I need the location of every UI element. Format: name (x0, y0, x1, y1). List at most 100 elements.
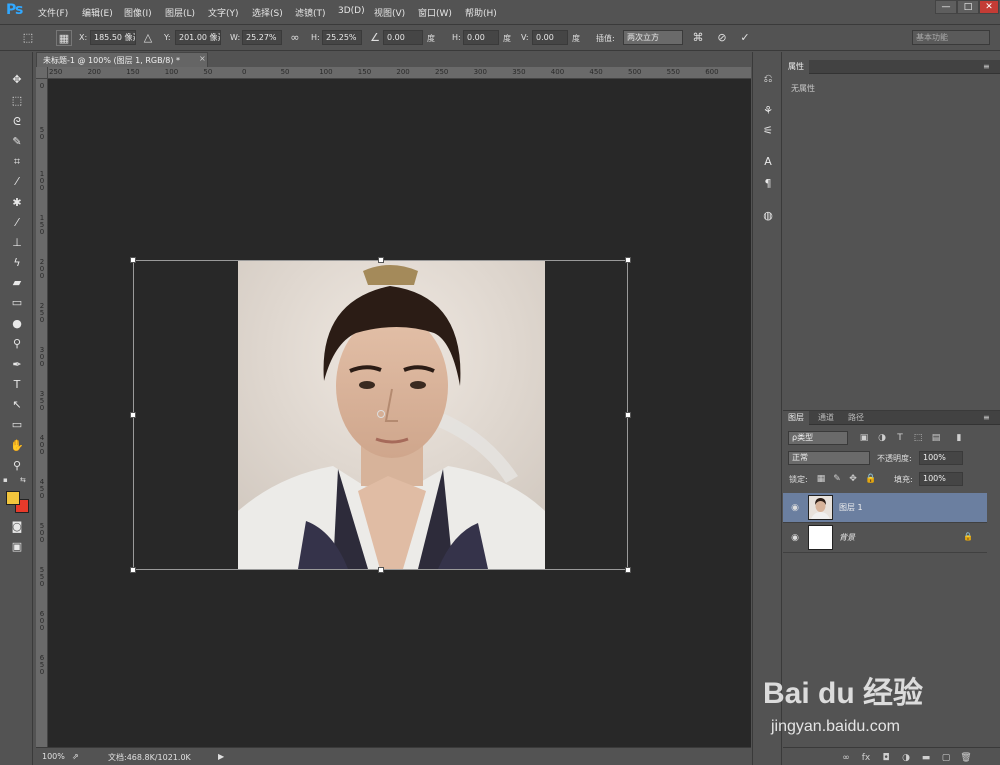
healing-brush-tool-icon[interactable]: ✱ (8, 195, 26, 211)
tab-channels[interactable]: 通道 (813, 411, 839, 425)
height-field[interactable]: 25.25% (322, 30, 362, 45)
adjustment-layer-icon[interactable]: ◑ (900, 752, 912, 764)
y-position-field[interactable]: 201.00 像素 (175, 30, 221, 45)
new-group-icon[interactable]: ▬ (920, 752, 932, 764)
opacity-field[interactable]: 100% (919, 451, 963, 465)
transform-handle-right[interactable] (625, 412, 631, 418)
move-tool-icon[interactable]: ✥ (8, 72, 26, 88)
maximize-button[interactable]: □ (957, 0, 979, 14)
zoom-tool-icon[interactable]: ⚲ (8, 458, 26, 474)
clone-stamp-tool-icon[interactable]: ⊥ (8, 235, 26, 251)
brush-presets-panel-icon[interactable]: ⚘ (759, 102, 777, 120)
interpolation-select[interactable]: 两次立方 (623, 30, 683, 45)
quick-mask-icon[interactable]: ◙ (8, 519, 26, 535)
panel-menu-icon[interactable]: ≡ (983, 62, 990, 71)
screen-mode-icon[interactable]: ▣ (8, 539, 26, 555)
transform-handle-bottom-left[interactable] (130, 567, 136, 573)
foreground-color-swatch[interactable] (6, 491, 20, 505)
menu-view[interactable]: 视图(V) (374, 6, 405, 19)
menu-image[interactable]: 图像(I) (124, 6, 152, 19)
character-panel-icon[interactable]: A (759, 153, 777, 171)
rotate-field[interactable]: 0.00 (383, 30, 423, 45)
filter-pixel-icon[interactable]: ▣ (858, 432, 870, 444)
layer-row-layer1[interactable]: ◉ 图层 1 (783, 493, 987, 523)
reference-point-icon[interactable]: ▦ (56, 30, 72, 46)
hand-tool-icon[interactable]: ✋ (8, 438, 26, 454)
menu-edit[interactable]: 编辑(E) (82, 6, 113, 19)
close-window-button[interactable]: ✕ (979, 0, 999, 14)
filter-adjustment-icon[interactable]: ◑ (876, 432, 888, 444)
relative-position-icon[interactable]: △ (140, 30, 156, 46)
x-position-field[interactable]: 185.50 像素 (90, 30, 136, 45)
blur-tool-icon[interactable]: ● (8, 316, 26, 332)
marquee-tool-icon[interactable]: ⬚ (8, 93, 26, 109)
layer-style-icon[interactable]: fx (860, 752, 872, 764)
reference-point-marker[interactable] (377, 410, 385, 418)
layer-row-background[interactable]: ◉ 背景 🔒 (783, 523, 987, 553)
pen-tool-icon[interactable]: ✒ (8, 357, 26, 373)
menu-filter[interactable]: 滤镜(T) (295, 6, 326, 19)
lock-position-icon[interactable]: ✥ (847, 473, 859, 485)
layer-filter-select[interactable]: ρ类型 (788, 431, 848, 445)
filter-shape-icon[interactable]: ⬚ (912, 432, 924, 444)
brush-tool-icon[interactable]: ⁄ (8, 215, 26, 231)
cancel-transform-icon[interactable]: ⊘ (714, 30, 730, 46)
document-tab[interactable]: 未标题-1 @ 100% (图层 1, RGB/8) * × (36, 52, 208, 67)
menu-select[interactable]: 选择(S) (252, 6, 283, 19)
link-icon[interactable]: ∞ (287, 30, 303, 46)
eraser-tool-icon[interactable]: ▰ (8, 275, 26, 291)
add-mask-icon[interactable]: ◘ (880, 752, 892, 764)
close-document-icon[interactable]: × (199, 54, 206, 63)
crop-tool-icon[interactable]: ⌗ (8, 154, 26, 170)
warp-mode-icon[interactable]: ⌘ (690, 30, 706, 46)
new-layer-icon[interactable]: ▢ (940, 752, 952, 764)
tab-layers[interactable]: 图层 (783, 411, 809, 425)
lock-image-icon[interactable]: ✎ (831, 473, 843, 485)
transform-handle-top-left[interactable] (130, 257, 136, 263)
adjustments-panel-icon[interactable]: ⚟ (759, 122, 777, 140)
transform-handle-top[interactable] (378, 257, 384, 263)
swap-colors-icon[interactable]: ⇆ (20, 476, 30, 484)
ruler-origin[interactable] (36, 67, 48, 79)
zoom-level[interactable]: 100% (42, 752, 65, 761)
menu-3d[interactable]: 3D(D) (338, 6, 365, 16)
menu-layer[interactable]: 图层(L) (165, 6, 195, 19)
history-panel-icon[interactable]: ⎌ (759, 70, 777, 88)
lock-transparent-icon[interactable]: ▦ (815, 473, 827, 485)
transform-handle-bottom-right[interactable] (625, 567, 631, 573)
export-icon[interactable]: ⇗ (72, 752, 79, 761)
visibility-eye-icon[interactable]: ◉ (789, 502, 801, 514)
fill-field[interactable]: 100% (919, 472, 963, 486)
path-selection-tool-icon[interactable]: ↖ (8, 397, 26, 413)
transform-tool-icon[interactable]: ⬚ (20, 30, 36, 46)
lasso-tool-icon[interactable]: ᘓ (8, 114, 26, 130)
transform-handle-top-right[interactable] (625, 257, 631, 263)
paragraph-panel-icon[interactable]: ¶ (759, 175, 777, 193)
filter-toggle-icon[interactable]: ▮ (953, 432, 965, 444)
rectangle-tool-icon[interactable]: ▭ (8, 417, 26, 433)
lock-all-icon[interactable]: 🔒 (865, 473, 877, 485)
link-layers-icon[interactable]: ∞ (840, 752, 852, 764)
transform-handle-bottom[interactable] (378, 567, 384, 573)
status-menu-arrow-icon[interactable]: ▶ (218, 752, 224, 761)
quick-selection-tool-icon[interactable]: ✎ (8, 134, 26, 150)
delete-layer-icon[interactable]: 🗑 (960, 752, 972, 764)
minimize-button[interactable]: — (935, 0, 957, 14)
history-brush-tool-icon[interactable]: ϟ (8, 255, 26, 271)
layer-name[interactable]: 背景 (839, 532, 855, 543)
filter-smart-object-icon[interactable]: ▤ (930, 432, 942, 444)
workspace-select[interactable]: 基本功能 (912, 30, 990, 45)
width-field[interactable]: 25.27% (242, 30, 282, 45)
gradient-tool-icon[interactable]: ▭ (8, 295, 26, 311)
visibility-eye-icon[interactable]: ◉ (789, 532, 801, 544)
eyedropper-tool-icon[interactable]: ⁄ (8, 174, 26, 190)
tab-properties[interactable]: 属性 (783, 60, 809, 74)
blend-mode-select[interactable]: 正常 (788, 451, 870, 465)
layers-menu-icon[interactable]: ≡ (983, 413, 990, 422)
info-panel-icon[interactable]: ◍ (759, 207, 777, 225)
dodge-tool-icon[interactable]: ⚲ (8, 336, 26, 352)
filter-type-icon[interactable]: T (894, 432, 906, 444)
menu-file[interactable]: 文件(F) (38, 6, 68, 19)
transform-handle-left[interactable] (130, 412, 136, 418)
tab-paths[interactable]: 路径 (843, 411, 869, 425)
